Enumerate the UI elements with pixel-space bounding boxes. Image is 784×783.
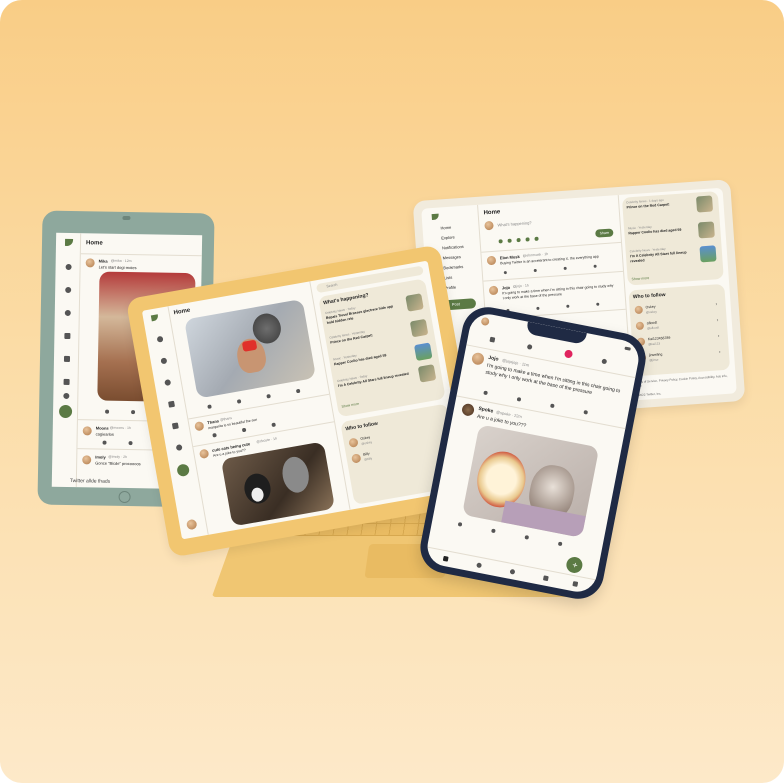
follow-avatar[interactable] <box>348 437 359 448</box>
like-icon[interactable] <box>271 422 276 428</box>
laptop-trend-title[interactable]: Bepais Tiesel Brasses glectrere hide upp… <box>326 303 400 325</box>
share-icon[interactable] <box>557 541 563 547</box>
reply-icon[interactable] <box>457 522 463 527</box>
phone-user-avatar[interactable] <box>480 316 490 327</box>
trend-thumbnail <box>405 293 424 312</box>
laptop-device: Home Thans @thans margarita is so beauti… <box>0 0 784 783</box>
trend-thumbnail <box>413 342 433 361</box>
phone-notch <box>525 321 587 345</box>
reply-icon[interactable] <box>212 432 217 438</box>
phone-tweet-avatar[interactable] <box>461 402 476 417</box>
home-icon[interactable] <box>156 335 164 343</box>
share-icon[interactable] <box>295 388 301 394</box>
laptop-show-more[interactable]: Show more <box>341 402 359 409</box>
share-icon[interactable] <box>601 358 608 365</box>
heart-icon[interactable] <box>563 349 574 359</box>
reply-icon[interactable] <box>483 390 488 396</box>
home-icon[interactable] <box>442 555 449 562</box>
retweet-icon[interactable] <box>236 399 242 404</box>
laptop-who-title: Who to follow <box>345 420 379 433</box>
retweet-icon[interactable] <box>241 427 247 433</box>
like-icon[interactable] <box>550 403 555 409</box>
laptop-cats-photo[interactable] <box>220 441 336 527</box>
laptop-screen: Home Thans @thans margarita is so beauti… <box>141 260 468 540</box>
trend-thumbnail <box>409 318 429 338</box>
explore-icon[interactable] <box>160 357 168 365</box>
laptop-trends-card: What's happening? Celebrity News · Today… <box>318 278 446 418</box>
notifications-icon[interactable] <box>509 568 516 575</box>
phone-tweet-photo[interactable] <box>461 424 600 538</box>
phone-tweet-name[interactable]: Jojo <box>488 355 499 363</box>
laptop-home-tab[interactable]: Home <box>173 308 190 317</box>
laptop-user-avatar[interactable] <box>185 518 198 531</box>
laptop-trends-title: What's happening? <box>322 292 370 307</box>
messages-icon[interactable] <box>542 575 549 582</box>
phone-menu-icon[interactable] <box>624 346 631 351</box>
mail-icon[interactable] <box>572 581 579 587</box>
comment-icon[interactable] <box>489 336 496 343</box>
follow-avatar[interactable] <box>351 453 362 464</box>
follow-handle: @billy <box>363 456 373 462</box>
phone-tweet-avatar[interactable] <box>470 351 486 366</box>
laptop-tweet-avatar[interactable] <box>198 448 210 460</box>
laptop-compose-button[interactable] <box>176 463 191 478</box>
apple-left <box>472 447 531 512</box>
like-icon[interactable] <box>266 393 271 399</box>
notifications-icon[interactable] <box>164 379 172 387</box>
share-icon[interactable] <box>583 409 589 415</box>
retweet-icon[interactable] <box>491 528 496 534</box>
bookmarks-icon[interactable] <box>171 422 179 430</box>
like-icon[interactable] <box>524 535 530 540</box>
laptop-tweet-handle: @cbcute · 1h <box>256 436 278 445</box>
phone-tweet-text: I'm going to make a time when I'm sittin… <box>485 362 621 396</box>
trend-thumbnail <box>417 364 437 383</box>
cat-grey <box>279 454 312 495</box>
follow-handle: @oskey <box>360 440 373 446</box>
laptop-video[interactable] <box>184 298 317 399</box>
laptop-logo-icon[interactable] <box>150 314 159 322</box>
reply-icon[interactable] <box>207 404 212 409</box>
laptop-tweet-avatar[interactable] <box>194 421 205 432</box>
messages-icon[interactable] <box>168 400 176 408</box>
retweet-icon[interactable] <box>526 343 533 350</box>
search-icon[interactable] <box>476 562 483 569</box>
background: Home Mika @mika · 12m Let's start dogi·m… <box>0 0 784 783</box>
retweet-icon[interactable] <box>516 396 522 402</box>
profile-icon[interactable] <box>175 444 183 452</box>
